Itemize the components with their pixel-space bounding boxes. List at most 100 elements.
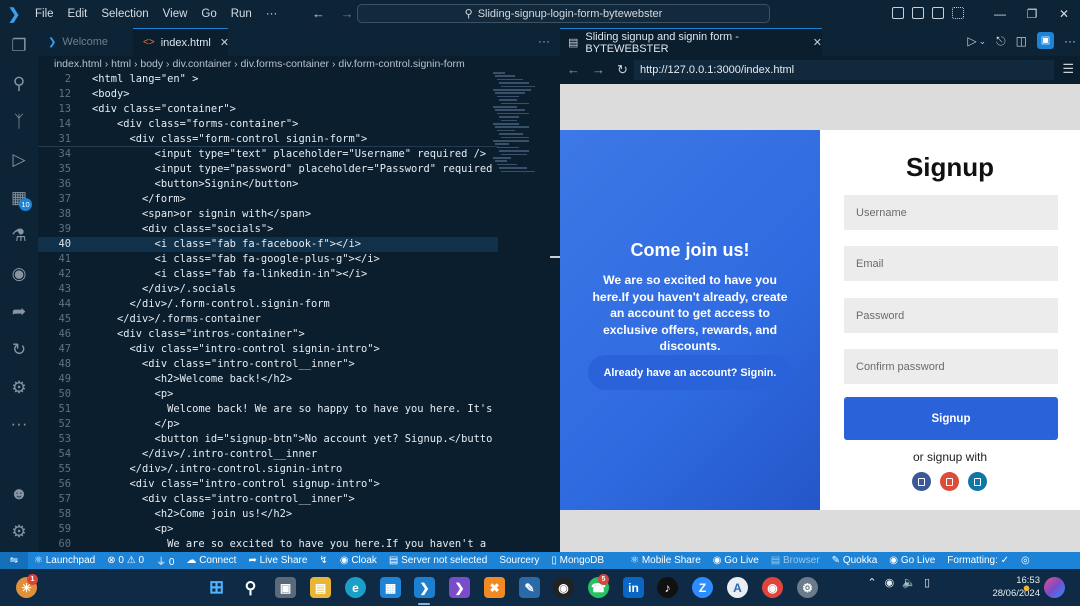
tab-welcome[interactable]: ❯ Welcome xyxy=(38,28,133,56)
preview-more-icon[interactable]: ··· xyxy=(1064,34,1076,49)
code-line[interactable]: 47 <div class="intro-control signin-intr… xyxy=(38,342,498,357)
go-live-status-2[interactable]: ◉ Go Live xyxy=(883,555,941,566)
run-icon[interactable]: ▷ xyxy=(967,34,976,49)
file-explorer-icon[interactable]: ▤ xyxy=(310,577,331,598)
code-line[interactable]: 31 <div class="form-control signin-form"… xyxy=(38,132,498,147)
code-line[interactable]: 56 <div class="intro-control signup-intr… xyxy=(38,477,498,492)
code-line[interactable]: 37 </form> xyxy=(38,192,498,207)
formatting-status[interactable]: Formatting: ✓ xyxy=(941,555,1015,566)
browser-forward-icon[interactable]: → xyxy=(592,62,605,77)
toggle-sidebar-icon[interactable] xyxy=(892,7,904,19)
open-changes-icon[interactable]: ⎋ xyxy=(996,34,1006,49)
code-line[interactable]: 34 <input type="text" placeholder="Usern… xyxy=(38,147,498,162)
app-store-icon[interactable]: A xyxy=(727,577,748,598)
signin-switch-button[interactable]: Already have an account? Signin. xyxy=(588,355,792,390)
toggle-panel-icon[interactable] xyxy=(912,7,924,19)
source-control-icon[interactable]: ᛉ xyxy=(0,104,38,140)
go-live-status[interactable]: ◉ Go Live xyxy=(707,555,765,566)
code-line[interactable]: 59 <p> xyxy=(38,522,498,537)
live-share-icon[interactable]: ↻ xyxy=(0,332,38,368)
menu-file[interactable]: File xyxy=(28,8,61,20)
code-line[interactable]: 35 <input type="password" placeholder="P… xyxy=(38,162,498,177)
connect-status[interactable]: ☁ Connect xyxy=(180,555,242,566)
chrome-icon[interactable]: ◉ xyxy=(762,577,783,598)
explorer-icon[interactable]: ❐ xyxy=(0,28,38,64)
preview-tab[interactable]: ▤ Sliding signup and signin form - BYTEW… xyxy=(560,28,822,56)
liveshare-status[interactable]: ➦ Live Share xyxy=(242,555,313,566)
code-line[interactable]: 36 <button>Signin</button> xyxy=(38,177,498,192)
hamburger-menu-icon[interactable]: ☰ xyxy=(1062,61,1074,77)
split-editor-icon[interactable]: ◫ xyxy=(1016,34,1027,49)
code-line[interactable]: 51 Welcome back! We are so happy to have… xyxy=(38,402,498,417)
code-line[interactable]: 14 <div class="forms-container"> xyxy=(38,117,498,132)
code-line[interactable]: 58 <h2>Come join us!</h2> xyxy=(38,507,498,522)
minimize-icon[interactable]: — xyxy=(984,7,1016,21)
code-line[interactable]: 42 <i class="fab fa-linkedin-in"></i> xyxy=(38,267,498,282)
code-line[interactable]: 2 <html lang="en" > xyxy=(38,72,498,87)
server-status[interactable]: ▤ Server not selected xyxy=(383,555,493,566)
menu-more[interactable]: ··· xyxy=(259,8,285,20)
linkedin-taskbar-icon[interactable]: in xyxy=(623,577,644,598)
sourcery-status[interactable]: Sourcery xyxy=(493,555,545,566)
vscode-taskbar-icon[interactable]: ❯ xyxy=(414,577,435,598)
search-view-icon[interactable]: ⚲ xyxy=(0,66,38,102)
code-editor-icon[interactable]: ✎ xyxy=(519,577,540,598)
search-taskbar-icon[interactable]: ⚲ xyxy=(240,577,261,598)
url-input[interactable] xyxy=(634,60,1054,80)
settings-taskbar-icon[interactable]: ⚙ xyxy=(797,577,818,598)
github-icon[interactable]: ◉ xyxy=(553,577,574,598)
code-line[interactable]: 38 <span>or signin with</span> xyxy=(38,207,498,222)
reload-icon[interactable]: ↻ xyxy=(617,62,628,78)
close-preview-tab-icon[interactable]: ✕ xyxy=(813,36,822,49)
browser-back-icon[interactable]: ← xyxy=(567,62,580,77)
facebook-icon[interactable] xyxy=(912,472,931,491)
minimap[interactable] xyxy=(493,72,549,182)
docker-icon[interactable]: ⚙ xyxy=(0,370,38,406)
command-center[interactable]: ⚲ Sliding-signup-login-form-bytewebster xyxy=(357,4,770,23)
code-line[interactable]: 57 <div class="intro-control__inner"> xyxy=(38,492,498,507)
tiktok-icon[interactable]: ♪ xyxy=(657,577,678,598)
google-plus-icon[interactable] xyxy=(940,472,959,491)
code-line[interactable]: 45 </div>/.forms-container xyxy=(38,312,498,327)
lock-icon[interactable]: ▣ xyxy=(1037,32,1054,49)
more-views-icon[interactable]: ··· xyxy=(0,406,38,442)
start-windows-icon[interactable]: ⊞ xyxy=(206,577,227,598)
microsoft-store-icon[interactable]: ▦ xyxy=(380,577,401,598)
code-line[interactable]: 52 </p> xyxy=(38,417,498,432)
code-line[interactable]: 48 <div class="intro-control__inner"> xyxy=(38,357,498,372)
code-line[interactable]: 44 </div>/.form-control.signin-form xyxy=(38,297,498,312)
code-line[interactable]: 39 <div class="socials"> xyxy=(38,222,498,237)
menu-selection[interactable]: Selection xyxy=(94,8,155,20)
toggle-secondary-sidebar-icon[interactable] xyxy=(932,7,944,19)
problems-status[interactable]: ⊗ 0 ⚠ 0 xyxy=(101,555,150,566)
back-arrow-icon[interactable]: ← xyxy=(312,6,325,21)
code-line[interactable]: 13 <div class="container"> xyxy=(38,102,498,117)
code-line[interactable]: 54 </div>/.intro-control__inner xyxy=(38,447,498,462)
menu-view[interactable]: View xyxy=(156,8,195,20)
zoom-icon[interactable]: Z xyxy=(692,577,713,598)
restore-icon[interactable]: ❐ xyxy=(1016,7,1048,21)
forward-arrow-icon[interactable]: → xyxy=(341,6,354,21)
run-debug-icon[interactable]: ▷ xyxy=(0,142,38,178)
code-line[interactable]: 50 <p> xyxy=(38,387,498,402)
edge-browser-icon[interactable]: e xyxy=(345,577,366,598)
code-line[interactable]: 49 <h2>Welcome back!</h2> xyxy=(38,372,498,387)
copilot-icon[interactable] xyxy=(1044,577,1065,598)
editor-more-actions-icon[interactable]: ··· xyxy=(538,34,550,48)
quokka-status[interactable]: ✎ Quokka xyxy=(826,555,884,566)
notification-bell-icon[interactable]: ● xyxy=(1016,577,1037,598)
code-line[interactable]: 40 <i class="fab fa-facebook-f"></i> xyxy=(38,237,498,252)
breadcrumb[interactable]: index.html › html › body › div.container… xyxy=(38,56,560,72)
code-line[interactable]: 55 </div>/.intro-control.signin-intro xyxy=(38,462,498,477)
mongodb-status[interactable]: ▯ MongoDB xyxy=(545,555,610,566)
confirm-password-field[interactable] xyxy=(844,349,1058,384)
remote-explorer-icon[interactable]: ➦ xyxy=(0,294,38,330)
code-line[interactable]: 46 <div class="intros-container"> xyxy=(38,327,498,342)
remote-indicator-icon[interactable]: ⇋ xyxy=(0,552,28,569)
tab-index-html[interactable]: <> index.html ✕ xyxy=(133,28,229,56)
code-area[interactable]: 2 <html lang="en" > 12 <body> 13 <div class="… xyxy=(38,72,560,552)
notifications-bell-icon[interactable]: ◎ xyxy=(1015,555,1036,566)
code-line[interactable]: 43 </div>/.socials xyxy=(38,282,498,297)
launchpad-status[interactable]: ⚛ Launchpad xyxy=(28,555,101,566)
menu-run[interactable]: Run xyxy=(224,8,259,20)
